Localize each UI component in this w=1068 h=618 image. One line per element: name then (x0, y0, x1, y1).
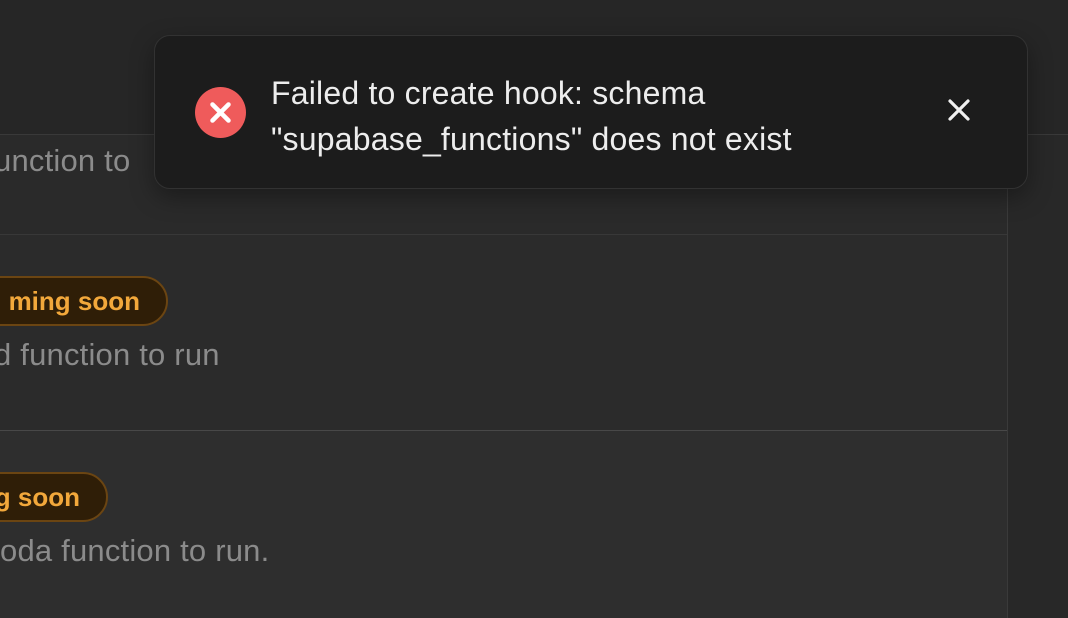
close-button[interactable] (941, 92, 977, 128)
card-description: d function to run (0, 337, 220, 372)
hook-type-card[interactable]: ming soon d function to run (0, 235, 1007, 431)
hook-type-list: unction to ming soon d function to run g… (0, 135, 1007, 618)
hook-type-card[interactable]: g soon oda function to run. (0, 431, 1007, 618)
toast-message-line: "supabase_functions" does not exist (271, 121, 792, 157)
error-toast: Failed to create hook: schema "supabase_… (154, 35, 1028, 189)
error-icon (195, 87, 246, 138)
close-icon (948, 99, 970, 121)
toast-message-line: Failed to create hook: schema (271, 75, 706, 111)
card-description: unction to (0, 143, 131, 178)
coming-soon-badge: ming soon (0, 276, 168, 326)
card-description: oda function to run. (0, 533, 270, 568)
coming-soon-badge: g soon (0, 472, 108, 522)
page: unction to ming soon d function to run g… (0, 0, 1068, 618)
side-panel (1007, 135, 1068, 618)
toast-message: Failed to create hook: schema "supabase_… (271, 70, 911, 162)
